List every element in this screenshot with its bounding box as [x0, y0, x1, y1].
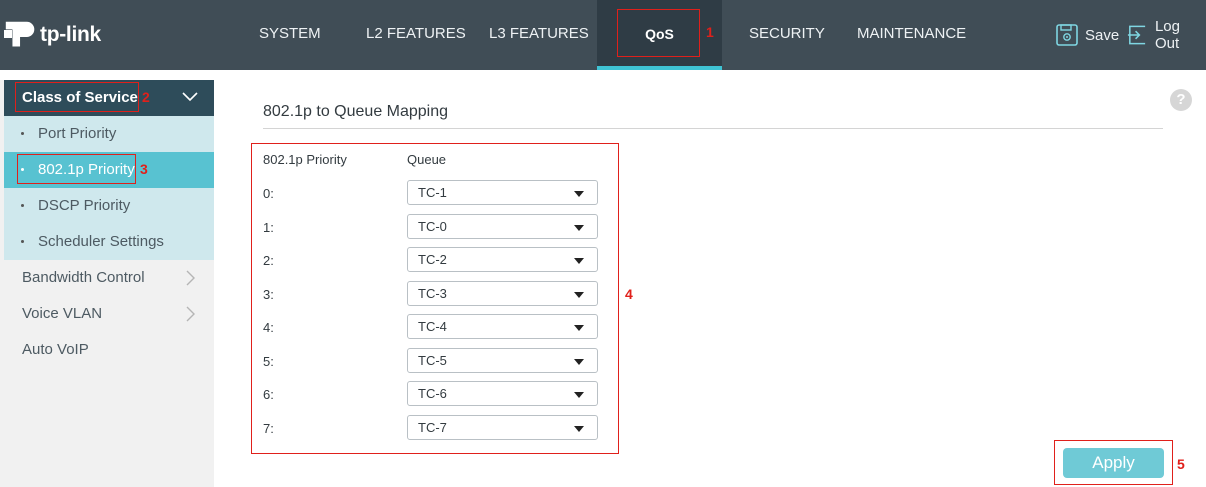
queue-select-value: TC-1: [418, 185, 447, 200]
chevron-down-icon: [182, 92, 198, 102]
queue-select-6[interactable]: TC-6: [407, 381, 598, 406]
tp-link-logo-icon: [4, 21, 35, 47]
queue-select-7[interactable]: TC-7: [407, 415, 598, 440]
save-button[interactable]: Save: [1055, 22, 1119, 48]
sidebar-item-label: DSCP Priority: [38, 197, 131, 214]
sidebar-item-dscp-priority[interactable]: DSCP Priority: [4, 188, 214, 224]
caret-down-icon: [574, 292, 584, 298]
help-icon[interactable]: ?: [1170, 89, 1192, 111]
apply-button[interactable]: Apply: [1063, 448, 1164, 478]
sidebar-item-label: Voice VLAN: [22, 305, 103, 322]
sidebar-section-label: Class of Service: [22, 89, 138, 106]
caret-down-icon: [574, 325, 584, 331]
priority-label: 2:: [263, 253, 274, 268]
queue-select-5[interactable]: TC-5: [407, 348, 598, 373]
nav-security[interactable]: SECURITY: [749, 0, 825, 70]
priority-label: 3:: [263, 287, 274, 302]
save-icon: [1056, 24, 1078, 46]
priority-label: 0:: [263, 186, 274, 201]
queue-select-value: TC-4: [418, 319, 447, 334]
caret-down-icon: [574, 191, 584, 197]
queue-select-value: TC-6: [418, 386, 447, 401]
priority-label: 4:: [263, 320, 274, 335]
sidebar: Class of Service Port Priority 802.1p Pr…: [0, 80, 214, 487]
app-window: tp-link SYSTEM L2 FEATURES L3 FEATURES Q…: [0, 0, 1206, 487]
caret-down-icon: [574, 258, 584, 264]
queue-select-value: TC-3: [418, 286, 447, 301]
sidebar-item-label: Scheduler Settings: [38, 233, 164, 250]
chevron-right-icon: [186, 270, 195, 286]
annotation-number: 3: [140, 161, 148, 177]
annotation-number: 2: [142, 89, 150, 105]
nav-maintenance[interactable]: MAINTENANCE: [857, 0, 966, 70]
sidebar-item-802-1p-priority[interactable]: 802.1p Priority: [4, 152, 214, 188]
queue-select-value: TC-2: [418, 252, 447, 267]
annotation-number: 4: [625, 286, 633, 302]
tp-link-logo[interactable]: tp-link: [2, 16, 112, 54]
title-divider: [263, 128, 1163, 129]
logout-icon: [1127, 25, 1146, 45]
queue-select-2[interactable]: TC-2: [407, 247, 598, 272]
queue-select-0[interactable]: TC-1: [407, 180, 598, 205]
queue-select-3[interactable]: TC-3: [407, 281, 598, 306]
queue-select-4[interactable]: TC-4: [407, 314, 598, 339]
queue-select-1[interactable]: TC-0: [407, 214, 598, 239]
nav-qos[interactable]: QoS: [597, 0, 722, 70]
priority-label: 1:: [263, 220, 274, 235]
annotation-number: 5: [1177, 456, 1185, 472]
sidebar-item-voice-vlan[interactable]: Voice VLAN: [4, 296, 214, 332]
main-content: 802.1p to Queue Mapping ? 802.1p Priorit…: [224, 80, 1206, 487]
column-header-priority: 802.1p Priority: [263, 152, 347, 167]
caret-down-icon: [574, 225, 584, 231]
sidebar-item-scheduler-settings[interactable]: Scheduler Settings: [4, 224, 214, 260]
bullet-icon: [21, 240, 24, 243]
sidebar-item-label: Auto VoIP: [22, 341, 89, 358]
nav-system[interactable]: SYSTEM: [259, 0, 321, 70]
nav-l3-features[interactable]: L3 FEATURES: [489, 0, 589, 70]
page-title: 802.1p to Queue Mapping: [263, 103, 449, 120]
queue-select-value: TC-7: [418, 420, 447, 435]
queue-select-value: TC-0: [418, 219, 447, 234]
bullet-icon: [21, 132, 24, 135]
nav-l2-features[interactable]: L2 FEATURES: [366, 0, 466, 70]
priority-label: 6:: [263, 387, 274, 402]
bullet-icon: [21, 204, 24, 207]
caret-down-icon: [574, 359, 584, 365]
priority-label: 5:: [263, 354, 274, 369]
column-header-queue: Queue: [407, 152, 447, 167]
caret-down-icon: [574, 426, 584, 432]
bullet-icon: [21, 168, 24, 171]
sidebar-item-label: 802.1p Priority: [38, 161, 135, 178]
top-bar: tp-link SYSTEM L2 FEATURES L3 FEATURES Q…: [0, 0, 1206, 70]
sidebar-item-label: Bandwidth Control: [22, 269, 145, 286]
brand-name: tp-link: [40, 23, 101, 46]
sidebar-item-auto-voip[interactable]: Auto VoIP: [4, 332, 214, 368]
logout-button[interactable]: Log Out: [1126, 18, 1206, 52]
queue-select-value: TC-5: [418, 353, 447, 368]
caret-down-icon: [574, 392, 584, 398]
sidebar-section-class-of-service[interactable]: Class of Service: [4, 80, 214, 116]
priority-label: 7:: [263, 421, 274, 436]
chevron-right-icon: [186, 306, 195, 322]
sidebar-item-label: Port Priority: [38, 125, 117, 142]
sidebar-item-port-priority[interactable]: Port Priority: [4, 116, 214, 152]
save-label: Save: [1085, 26, 1120, 44]
annotation-number: 1: [706, 24, 714, 40]
sidebar-item-bandwidth-control[interactable]: Bandwidth Control: [4, 260, 214, 296]
logout-label: Log Out: [1154, 18, 1180, 52]
